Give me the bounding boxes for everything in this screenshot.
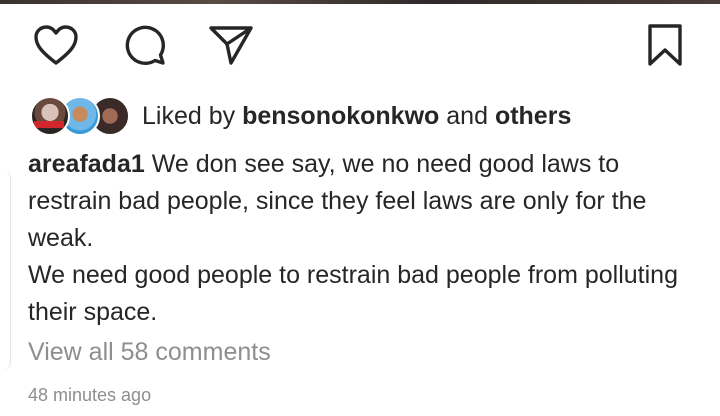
view-all-comments-link[interactable]: View all 58 comments [28,338,271,367]
action-bar [0,20,720,70]
likes-summary: Liked by bensonokonkwo and others [142,102,571,131]
avatar [30,96,70,136]
caption-paragraph-1: areafada1 We don see say, we no need goo… [28,146,700,257]
liker-username[interactable]: bensonokonkwo [242,102,439,130]
comment-icon [125,25,166,66]
post-footer: Liked by bensonokonkwo and others areafa… [0,0,720,416]
save-button[interactable] [640,20,690,70]
likes-conjunction: and [446,101,488,130]
post-caption: areafada1 We don see say, we no need goo… [28,146,700,331]
like-button[interactable] [31,20,81,70]
heart-icon [34,25,78,65]
caption-text-2: We need good people to restrain bad peop… [28,261,678,326]
side-edge-handle [0,170,11,370]
likes-others-link[interactable]: others [495,102,571,130]
likes-prefix: Liked by [142,101,236,130]
share-button[interactable] [206,20,256,70]
post-image-edge [0,0,720,4]
liker-avatars [30,96,130,136]
comment-button[interactable] [120,20,170,70]
caption-username[interactable]: areafada1 [28,150,145,178]
likes-row[interactable]: Liked by bensonokonkwo and others [30,96,571,136]
post-timestamp: 48 minutes ago [28,385,152,405]
paper-plane-icon [209,26,253,65]
bookmark-icon [648,24,682,66]
